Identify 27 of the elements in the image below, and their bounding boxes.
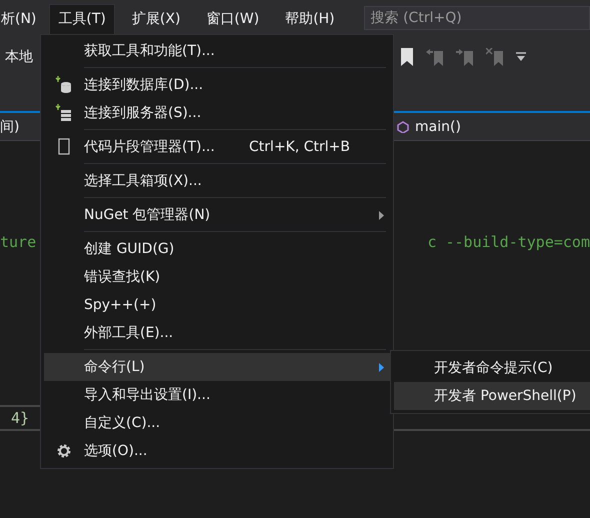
menu-item[interactable]: 选项(O)... <box>44 437 390 465</box>
menu-item[interactable]: 获取工具和功能(T)... <box>44 37 390 65</box>
code-text: ture <box>0 233 36 251</box>
code-text: 4} <box>11 409 30 427</box>
menu-item[interactable]: 错误查找(K) <box>44 263 390 291</box>
menu-item[interactable]: 扩展(X) <box>122 4 190 32</box>
menu-item[interactable]: 代码片段管理器(T)... Ctrl+K, Ctrl+B <box>44 133 390 161</box>
menu-item[interactable]: 析(N) <box>0 4 46 32</box>
menu-item[interactable]: 命令行(L) <box>44 353 390 381</box>
shortcut-text: Ctrl+K, Ctrl+B <box>249 139 350 155</box>
menu-item[interactable]: Spy++(+) <box>44 291 390 319</box>
code-text: c --build-type=com <box>427 233 590 251</box>
menu-item[interactable]: 自定义(C)... <box>44 409 390 437</box>
member-dropdown[interactable]: main() <box>415 118 461 134</box>
menu-item[interactable]: 工具(T) <box>49 4 115 34</box>
search-field[interactable]: 搜索 (Ctrl+Q) <box>364 6 590 30</box>
menu-item[interactable]: 开发者 PowerShell(P) <box>394 382 590 410</box>
menu-item[interactable]: NuGet 包管理器(N) <box>44 201 390 229</box>
menu-item[interactable]: 创建 GUID(G) <box>44 235 390 263</box>
menu-item[interactable]: 外部工具(E)... <box>44 319 390 347</box>
menu-item[interactable]: 帮助(H) <box>276 4 344 32</box>
menu-item[interactable]: 窗口(W) <box>197 4 268 32</box>
menu-item[interactable]: 连接到服务器(S)... <box>44 99 390 127</box>
menu-item[interactable]: 选择工具箱项(X)... <box>44 167 390 195</box>
menu-item[interactable]: 开发者命令提示(C) <box>394 354 590 382</box>
menu-item[interactable]: 导入和导出设置(I)... <box>44 381 390 409</box>
menu-item[interactable]: 连接到数据库(D)... <box>44 71 390 99</box>
